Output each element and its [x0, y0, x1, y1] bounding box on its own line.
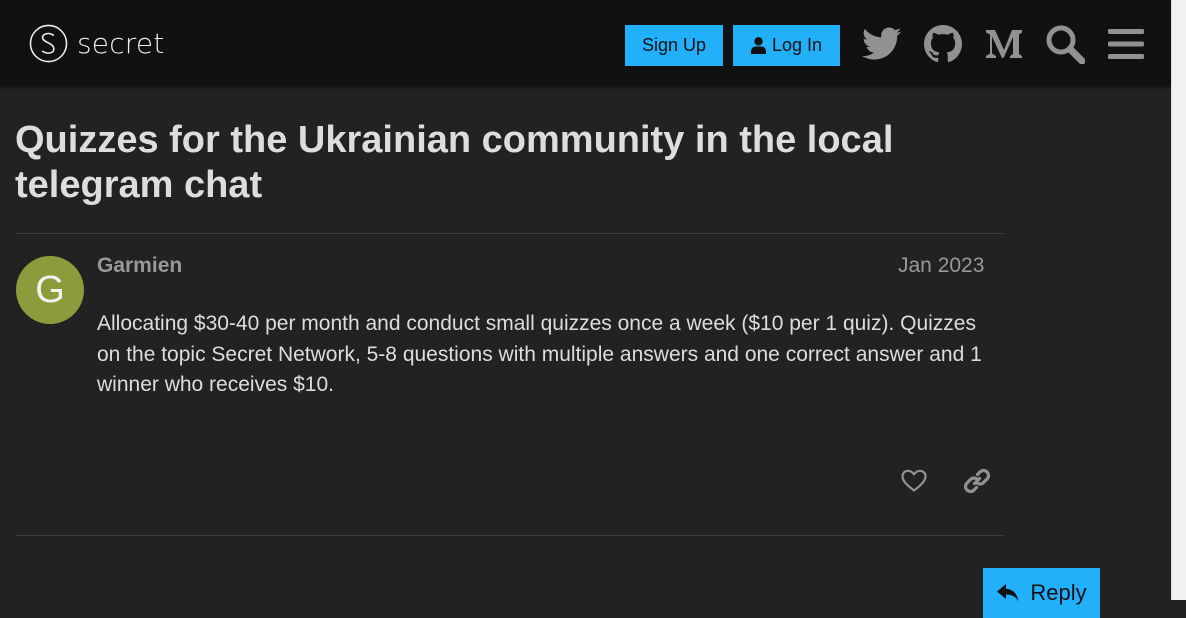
logo-text: secret — [77, 27, 165, 60]
link-icon — [963, 468, 991, 494]
search-button[interactable] — [1043, 22, 1087, 66]
page: secret Sign Up Log In Quizzes for the Uk… — [0, 0, 1171, 618]
reply-label: Reply — [1030, 580, 1087, 605]
heart-icon — [901, 469, 927, 492]
secret-logo-icon — [29, 24, 68, 63]
site-logo[interactable]: secret — [29, 24, 165, 63]
avatar-letter: G — [35, 268, 65, 311]
medium-icon — [986, 30, 1022, 58]
post-date[interactable]: Jan 2023 — [898, 253, 984, 279]
copy-link-button[interactable] — [956, 460, 998, 502]
post-username[interactable]: Garmien — [97, 253, 182, 279]
log-in-label: Log In — [771, 35, 823, 55]
reply-icon — [997, 584, 1019, 602]
github-icon — [924, 25, 962, 63]
site-header: secret Sign Up Log In — [0, 0, 1171, 86]
menu-button[interactable] — [1104, 22, 1148, 66]
like-button[interactable] — [893, 460, 935, 502]
menu-icon — [1108, 29, 1144, 59]
sign-up-button[interactable]: Sign Up — [625, 25, 723, 66]
title-divider — [15, 233, 1004, 234]
reply-button[interactable]: Reply — [983, 568, 1100, 618]
topic-title[interactable]: Quizzes for the Ukrainian community in t… — [15, 118, 975, 208]
avatar[interactable]: G — [16, 256, 84, 324]
log-in-button[interactable]: Log In — [733, 25, 840, 66]
user-icon — [750, 37, 766, 54]
search-icon — [1046, 25, 1085, 64]
post-body: Allocating $30-40 per month and conduct … — [97, 312, 982, 396]
medium-link[interactable] — [982, 22, 1026, 66]
post-divider — [15, 535, 1004, 536]
sign-up-label: Sign Up — [641, 35, 707, 55]
twitter-icon — [862, 27, 902, 60]
github-link[interactable] — [921, 22, 965, 66]
twitter-link[interactable] — [860, 22, 904, 66]
scrollbar[interactable] — [1171, 0, 1186, 600]
